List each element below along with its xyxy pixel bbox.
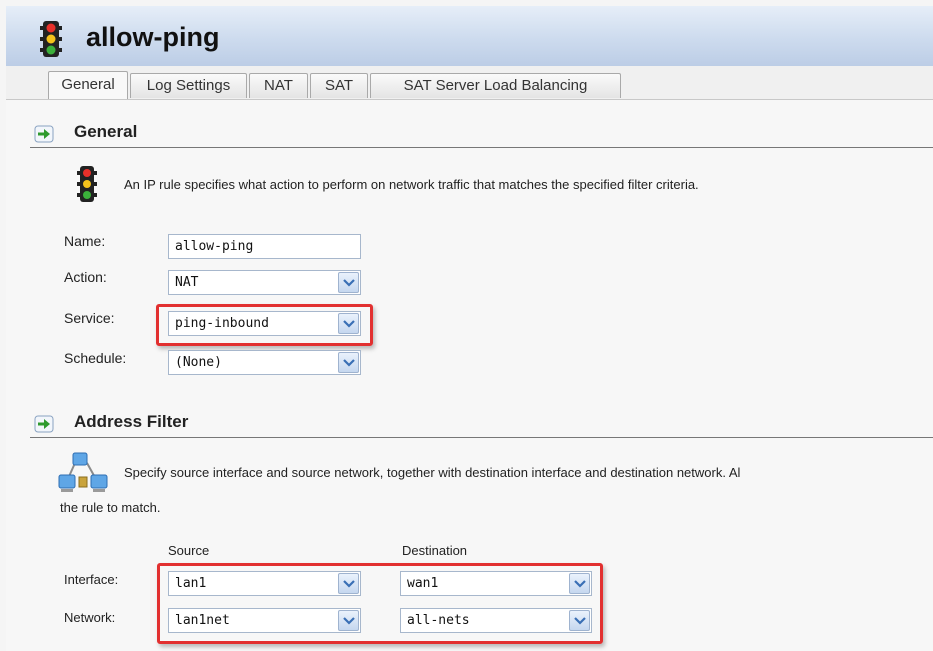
action-value: NAT — [175, 275, 199, 290]
schedule-dropdown-button[interactable] — [338, 352, 359, 373]
name-input[interactable]: allow-ping — [168, 234, 361, 259]
tab-sat-server-load-balancing[interactable]: SAT Server Load Balancing — [370, 73, 621, 98]
arrow-right-icon — [34, 415, 54, 433]
divider — [30, 147, 933, 148]
general-description: An IP rule specifies what action to perf… — [124, 177, 699, 192]
divider — [30, 437, 933, 438]
tab-sat[interactable]: SAT — [310, 73, 368, 98]
network-computers-icon — [58, 452, 108, 492]
section-general-header: General — [30, 118, 933, 148]
page-title: allow-ping — [86, 22, 220, 52]
address-highlight-box — [157, 563, 603, 644]
chevron-down-icon — [343, 359, 355, 367]
schedule-label: Schedule: — [64, 350, 127, 366]
section-address-filter-title: Address Filter — [74, 412, 189, 431]
service-highlight-box — [156, 304, 373, 346]
action-label: Action: — [64, 269, 107, 285]
interface-label: Interface: — [64, 572, 119, 587]
traffic-light-icon — [40, 21, 62, 57]
action-select[interactable]: NAT — [168, 270, 361, 295]
schedule-value: (None) — [175, 355, 222, 370]
destination-column-header: Destination — [402, 543, 468, 558]
arrow-right-icon — [34, 125, 54, 143]
source-column-header: Source — [168, 543, 210, 558]
name-label: Name: — [64, 233, 106, 249]
action-dropdown-button[interactable] — [338, 272, 359, 293]
network-label: Network: — [64, 610, 116, 625]
traffic-light-icon — [77, 166, 97, 202]
section-address-filter-header: Address Filter — [30, 408, 933, 438]
schedule-select[interactable]: (None) — [168, 350, 361, 375]
tab-nat[interactable]: NAT — [249, 73, 308, 98]
section-general-title: General — [74, 122, 138, 141]
tab-bar: General Log Settings NAT SAT SAT Server … — [6, 66, 933, 100]
title-bar: allow-ping — [6, 6, 933, 67]
tab-general[interactable]: General — [48, 71, 128, 100]
chevron-down-icon — [343, 279, 355, 287]
address-filter-description-cont: the rule to match. — [60, 500, 161, 515]
service-label: Service: — [64, 310, 115, 326]
tab-log-settings[interactable]: Log Settings — [130, 73, 247, 98]
address-filter-description: Specify source interface and source netw… — [124, 465, 741, 480]
